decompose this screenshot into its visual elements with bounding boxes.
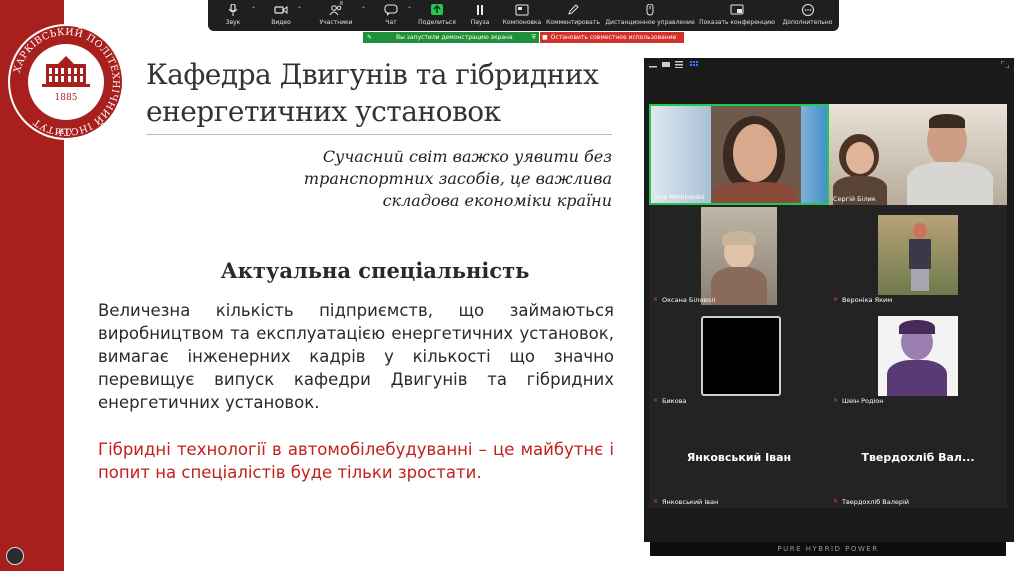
- participants-count: 8: [339, 1, 344, 7]
- more-label: Дополнительно: [782, 19, 833, 26]
- edit-pen-icon[interactable]: [6, 547, 24, 565]
- slide-quote: Сучасний світ важко уявити без транспорт…: [303, 147, 612, 210]
- participant-name: ✕ Вероніка Яким: [833, 296, 893, 304]
- title-divider: [146, 134, 612, 135]
- sharing-status-banner: ✎ Вы запустили демонстрацию экрана ⛨: [363, 32, 539, 43]
- video-tile[interactable]: ✕ Шеін Родіон: [829, 306, 1007, 407]
- layout-button[interactable]: Компоновка: [500, 0, 544, 31]
- camera-icon: [274, 6, 288, 14]
- share-screen-label: Поделиться: [418, 19, 456, 26]
- pause-share-button[interactable]: Пауза: [460, 0, 500, 31]
- logo-year: 1885: [55, 93, 78, 103]
- share-screen-icon: [431, 4, 443, 15]
- slide-bottom-banner: PURE HYBRID POWER: [650, 542, 1006, 556]
- mic-muted-icon: ✕: [653, 397, 659, 404]
- mic-muted-icon: ✕: [833, 296, 839, 303]
- remote-control-icon: [646, 4, 654, 16]
- video-tile[interactable]: Твердохліб Вал... ✕ Твердохліб Валерій: [829, 407, 1007, 508]
- remote-control-label: Дистанционное управление: [605, 19, 695, 26]
- video-tile[interactable]: Сергій Білик: [829, 104, 1007, 205]
- participant-display-name: Твердохліб Вал...: [861, 451, 975, 464]
- mic-muted-icon: ✕: [653, 498, 659, 505]
- bottom-banner-text: PURE HYBRID POWER: [777, 545, 879, 553]
- audio-label: Звук: [225, 19, 241, 26]
- slide-paragraph-1: Величезна кількість підприємств, що займ…: [98, 301, 614, 412]
- logo-acronym: НТУ: [58, 128, 74, 136]
- show-meeting-button[interactable]: Показать конференцию: [698, 0, 776, 31]
- gallery-view-icon[interactable]: [690, 61, 698, 68]
- pause-icon: [477, 5, 483, 15]
- slide-paragraph-2: Гібридні технології в автомобілебудуванн…: [98, 440, 614, 482]
- mic-muted-icon: ✕: [833, 397, 839, 404]
- gallery-view-controls: [644, 58, 1014, 72]
- chat-label: Чат: [385, 19, 397, 26]
- zoom-meeting-toolbar: Звук ⌃ Видео ⌃ 8 Участники ⌃ Чат ⌃ Подел…: [208, 0, 839, 31]
- sharing-status-text: Вы запустили демонстрацию экрана: [396, 34, 513, 41]
- participant-name: Сергій Білик: [833, 195, 876, 203]
- pen-icon: [568, 4, 579, 15]
- participant-display-name: Янковський Іван: [686, 451, 792, 464]
- chat-icon: [384, 4, 398, 16]
- video-tile[interactable]: nna Mikhnenko: [649, 104, 829, 205]
- audio-button[interactable]: Звук ⌃: [208, 0, 258, 31]
- video-tile[interactable]: ✕ Вероніка Яким: [829, 205, 1007, 306]
- slide-title: Кафедра Двигунів та гібридних енергетичн…: [146, 58, 599, 128]
- slide-heading: Актуальна спеціальність: [220, 258, 530, 283]
- participant-name: ✕ Янковський Іван: [653, 498, 719, 506]
- stop-share-label: Остановить совместное использование: [550, 34, 677, 41]
- show-meeting-label: Показать конференцию: [699, 19, 775, 26]
- annotate-button[interactable]: Комментировать: [544, 0, 602, 31]
- show-meeting-icon: [730, 4, 744, 15]
- participant-name: ✕ Оксана Біловол: [653, 296, 716, 304]
- participant-name: ✕ Шеін Родіон: [833, 397, 884, 405]
- university-logo: ХАРКІВСЬКИЙ ПОЛІТЕХНІЧНИЙ ІНСТИТУТ 1885 …: [8, 24, 124, 140]
- audio-caret-icon[interactable]: ⌃: [251, 6, 256, 13]
- layout-label: Компоновка: [502, 19, 542, 26]
- annotate-label: Комментировать: [546, 19, 600, 26]
- stop-share-button[interactable]: ■ Остановить совместное использование: [540, 32, 684, 43]
- participant-name: nna Mikhnenko: [655, 193, 705, 201]
- chat-button[interactable]: Чат ⌃: [368, 0, 414, 31]
- layout-icon: [515, 4, 529, 16]
- more-button[interactable]: Дополнительно: [776, 0, 839, 31]
- video-tile[interactable]: ✕ Бикова: [649, 306, 829, 407]
- avatar: [701, 316, 781, 396]
- strip-view-icon[interactable]: [675, 61, 683, 68]
- chat-caret-icon[interactable]: ⌃: [407, 6, 412, 13]
- mic-muted-icon: ✕: [833, 498, 839, 505]
- shield-icon[interactable]: ⛨: [531, 34, 536, 42]
- video-gallery-panel: nna Mikhnenko Сергій Білик ✕ Оксана Білов…: [644, 58, 1014, 542]
- microphone-icon: [228, 4, 238, 16]
- participants-label: Участники: [319, 19, 353, 26]
- mic-muted-icon: ✕: [653, 296, 659, 303]
- more-icon: [801, 4, 814, 16]
- share-screen-button[interactable]: Поделиться: [414, 0, 460, 31]
- minimize-icon[interactable]: [649, 61, 657, 68]
- video-caret-icon[interactable]: ⌃: [297, 6, 302, 13]
- fullscreen-icon[interactable]: [1001, 61, 1009, 68]
- video-button[interactable]: Видео ⌃: [258, 0, 304, 31]
- remote-control-button[interactable]: Дистанционное управление: [602, 0, 698, 31]
- participants-button[interactable]: 8 Участники ⌃: [304, 0, 368, 31]
- video-tile[interactable]: Янковський Іван ✕ Янковський Іван: [649, 407, 829, 508]
- participants-caret-icon[interactable]: ⌃: [361, 6, 366, 13]
- speaker-view-icon[interactable]: [662, 61, 670, 68]
- participant-name: ✕ Твердохліб Валерій: [833, 498, 910, 506]
- participant-name: ✕ Бикова: [653, 397, 687, 405]
- video-label: Видео: [271, 19, 291, 26]
- video-tile[interactable]: ✕ Оксана Біловол: [649, 205, 829, 306]
- pause-label: Пауза: [470, 19, 490, 26]
